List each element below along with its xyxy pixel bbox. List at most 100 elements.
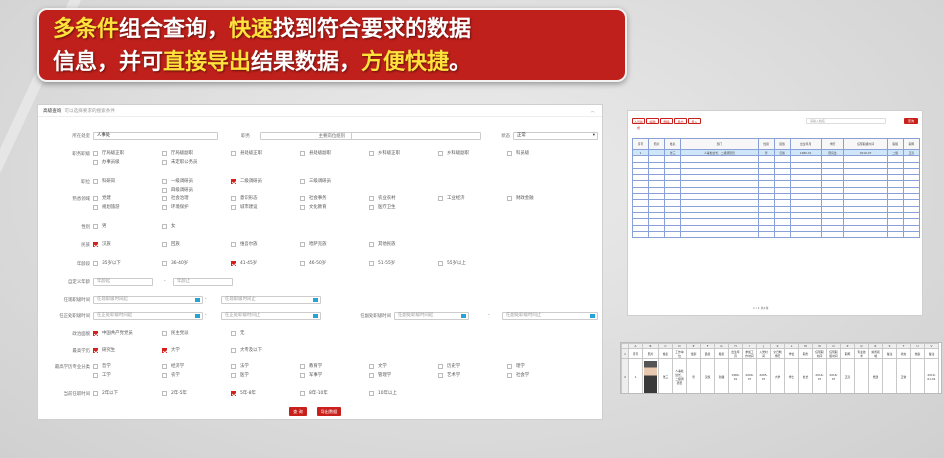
checkbox-icon[interactable] <box>300 150 305 156</box>
checkbox-icon[interactable] <box>231 241 236 247</box>
checkbox-icon[interactable] <box>231 195 236 201</box>
calendar-icon[interactable] <box>461 314 466 318</box>
checkbox-icon[interactable] <box>162 372 167 378</box>
grid-search-input[interactable]: 请输入姓名 <box>806 118 886 124</box>
checkbox-icon[interactable] <box>231 204 236 210</box>
checkbox-option[interactable]: 8年-10年 <box>300 390 328 396</box>
checkbox-option[interactable]: 51-55岁 <box>369 260 395 266</box>
checkbox-icon[interactable] <box>369 241 374 247</box>
checkbox-option[interactable]: 厅局级正职 <box>93 150 124 156</box>
checkbox-option[interactable]: 艺术学 <box>438 372 460 378</box>
checkbox-icon[interactable] <box>507 150 512 156</box>
checkbox-option[interactable]: 县处级副职 <box>300 150 331 156</box>
checkbox-icon[interactable] <box>162 223 167 229</box>
checkbox-option[interactable]: 男 <box>93 223 106 229</box>
checkbox-option[interactable]: 乡科级正职 <box>369 150 400 156</box>
checkbox-option[interactable]: 农学 <box>162 372 180 378</box>
checkbox-icon[interactable] <box>93 260 98 266</box>
checkbox-icon[interactable] <box>93 241 98 247</box>
checkbox-icon[interactable] <box>231 260 236 266</box>
checkbox-icon[interactable] <box>93 195 98 201</box>
grid-search-button[interactable]: 查询 <box>904 118 918 124</box>
checkbox-icon[interactable] <box>507 372 512 378</box>
checkbox-icon[interactable] <box>93 223 98 229</box>
checkbox-icon[interactable] <box>507 363 512 369</box>
calendar-icon[interactable] <box>313 298 318 302</box>
checkbox-icon[interactable] <box>300 260 305 266</box>
checkbox-icon[interactable] <box>369 195 374 201</box>
checkbox-option[interactable]: 5年-8年 <box>231 390 256 396</box>
checkbox-icon[interactable] <box>369 150 374 156</box>
checkbox-option[interactable]: 大学 <box>162 347 180 353</box>
checkbox-option[interactable]: 二级调研员 <box>231 178 262 184</box>
checkbox-icon[interactable] <box>300 363 305 369</box>
export-button[interactable]: 导出数据 <box>317 407 341 416</box>
checkbox-option[interactable]: 民主党派 <box>162 330 189 336</box>
checkbox-option[interactable]: 科研岗 <box>93 178 115 184</box>
checkbox-icon[interactable] <box>231 372 236 378</box>
checkbox-icon[interactable] <box>369 260 374 266</box>
checkbox-option[interactable]: 10年以上 <box>369 390 397 396</box>
checkbox-icon[interactable] <box>93 363 98 369</box>
checkbox-option[interactable]: 维吾尔族 <box>231 241 258 247</box>
checkbox-icon[interactable] <box>162 390 167 396</box>
checkbox-option[interactable]: 三级调研员 <box>300 178 331 184</box>
checkbox-icon[interactable] <box>162 150 167 156</box>
collapse-chevron-icon[interactable]: ︿ <box>590 108 595 114</box>
checkbox-icon[interactable] <box>162 159 167 165</box>
checkbox-option[interactable]: 医疗卫生 <box>369 204 396 210</box>
checkbox-icon[interactable] <box>369 372 374 378</box>
checkbox-icon[interactable] <box>231 150 236 156</box>
input-field[interactable]: 任副处职级时间止 <box>502 312 598 320</box>
toolbar-button[interactable]: 人员新增 <box>632 118 645 130</box>
input-field[interactable]: 任副处职级时间起 <box>394 312 469 320</box>
column-header[interactable]: 职称 <box>902 138 921 150</box>
checkbox-icon[interactable] <box>438 372 443 378</box>
checkbox-icon[interactable] <box>162 241 167 247</box>
checkbox-icon[interactable] <box>300 241 305 247</box>
input-field[interactable]: 任现职级时间起 <box>93 296 203 304</box>
checkbox-option[interactable]: 汉族 <box>93 241 111 247</box>
column-header[interactable]: 学历 <box>820 138 845 150</box>
column-header[interactable]: 出生年月 <box>789 138 822 150</box>
input-field[interactable]: 年龄止 <box>173 278 233 286</box>
checkbox-option[interactable]: 大专及以下 <box>231 347 262 353</box>
checkbox-icon[interactable] <box>369 204 374 210</box>
checkbox-option[interactable]: 文化教育 <box>300 204 327 210</box>
column-header[interactable]: 性别 <box>757 138 775 150</box>
checkbox-icon[interactable] <box>93 178 98 184</box>
checkbox-option[interactable]: 医学 <box>231 372 249 378</box>
checkbox-option[interactable]: 财政金融 <box>507 195 534 201</box>
checkbox-option[interactable]: 文学 <box>369 363 387 369</box>
checkbox-option[interactable]: 35岁以下 <box>93 260 121 266</box>
checkbox-icon[interactable] <box>231 363 236 369</box>
checkbox-option[interactable]: 工学 <box>93 372 111 378</box>
calendar-icon[interactable] <box>195 298 200 302</box>
checkbox-option[interactable]: 工业经济 <box>438 195 465 201</box>
checkbox-option[interactable]: 41-45岁 <box>231 260 257 266</box>
checkbox-option[interactable]: 46-50岁 <box>300 260 326 266</box>
checkbox-icon[interactable] <box>231 390 236 396</box>
checkbox-icon[interactable] <box>93 347 98 353</box>
column-header[interactable]: 序号 <box>631 138 650 150</box>
input-field[interactable]: 任正处职级时间起 <box>93 312 203 320</box>
checkbox-option[interactable]: 四级调研员 <box>162 187 193 193</box>
toolbar-button[interactable]: 编辑 <box>646 118 659 124</box>
checkbox-option[interactable]: 办事员级 <box>93 159 120 165</box>
checkbox-icon[interactable] <box>93 330 98 336</box>
input-field[interactable]: 任正处职级时间止 <box>221 312 321 320</box>
checkbox-icon[interactable] <box>438 260 443 266</box>
checkbox-option[interactable]: 36-40岁 <box>162 260 188 266</box>
checkbox-icon[interactable] <box>507 195 512 201</box>
checkbox-icon[interactable] <box>231 330 236 336</box>
checkbox-icon[interactable] <box>162 363 167 369</box>
checkbox-option[interactable]: 社会事务 <box>300 195 327 201</box>
checkbox-option[interactable]: 意识形态 <box>231 195 258 201</box>
checkbox-icon[interactable] <box>93 372 98 378</box>
checkbox-option[interactable]: 女 <box>162 223 175 229</box>
toolbar-button[interactable]: 删除 <box>660 118 673 124</box>
checkbox-option[interactable]: 管理学 <box>369 372 391 378</box>
checkbox-option[interactable]: 哈萨克族 <box>300 241 327 247</box>
checkbox-icon[interactable] <box>162 178 167 184</box>
checkbox-icon[interactable] <box>300 178 305 184</box>
